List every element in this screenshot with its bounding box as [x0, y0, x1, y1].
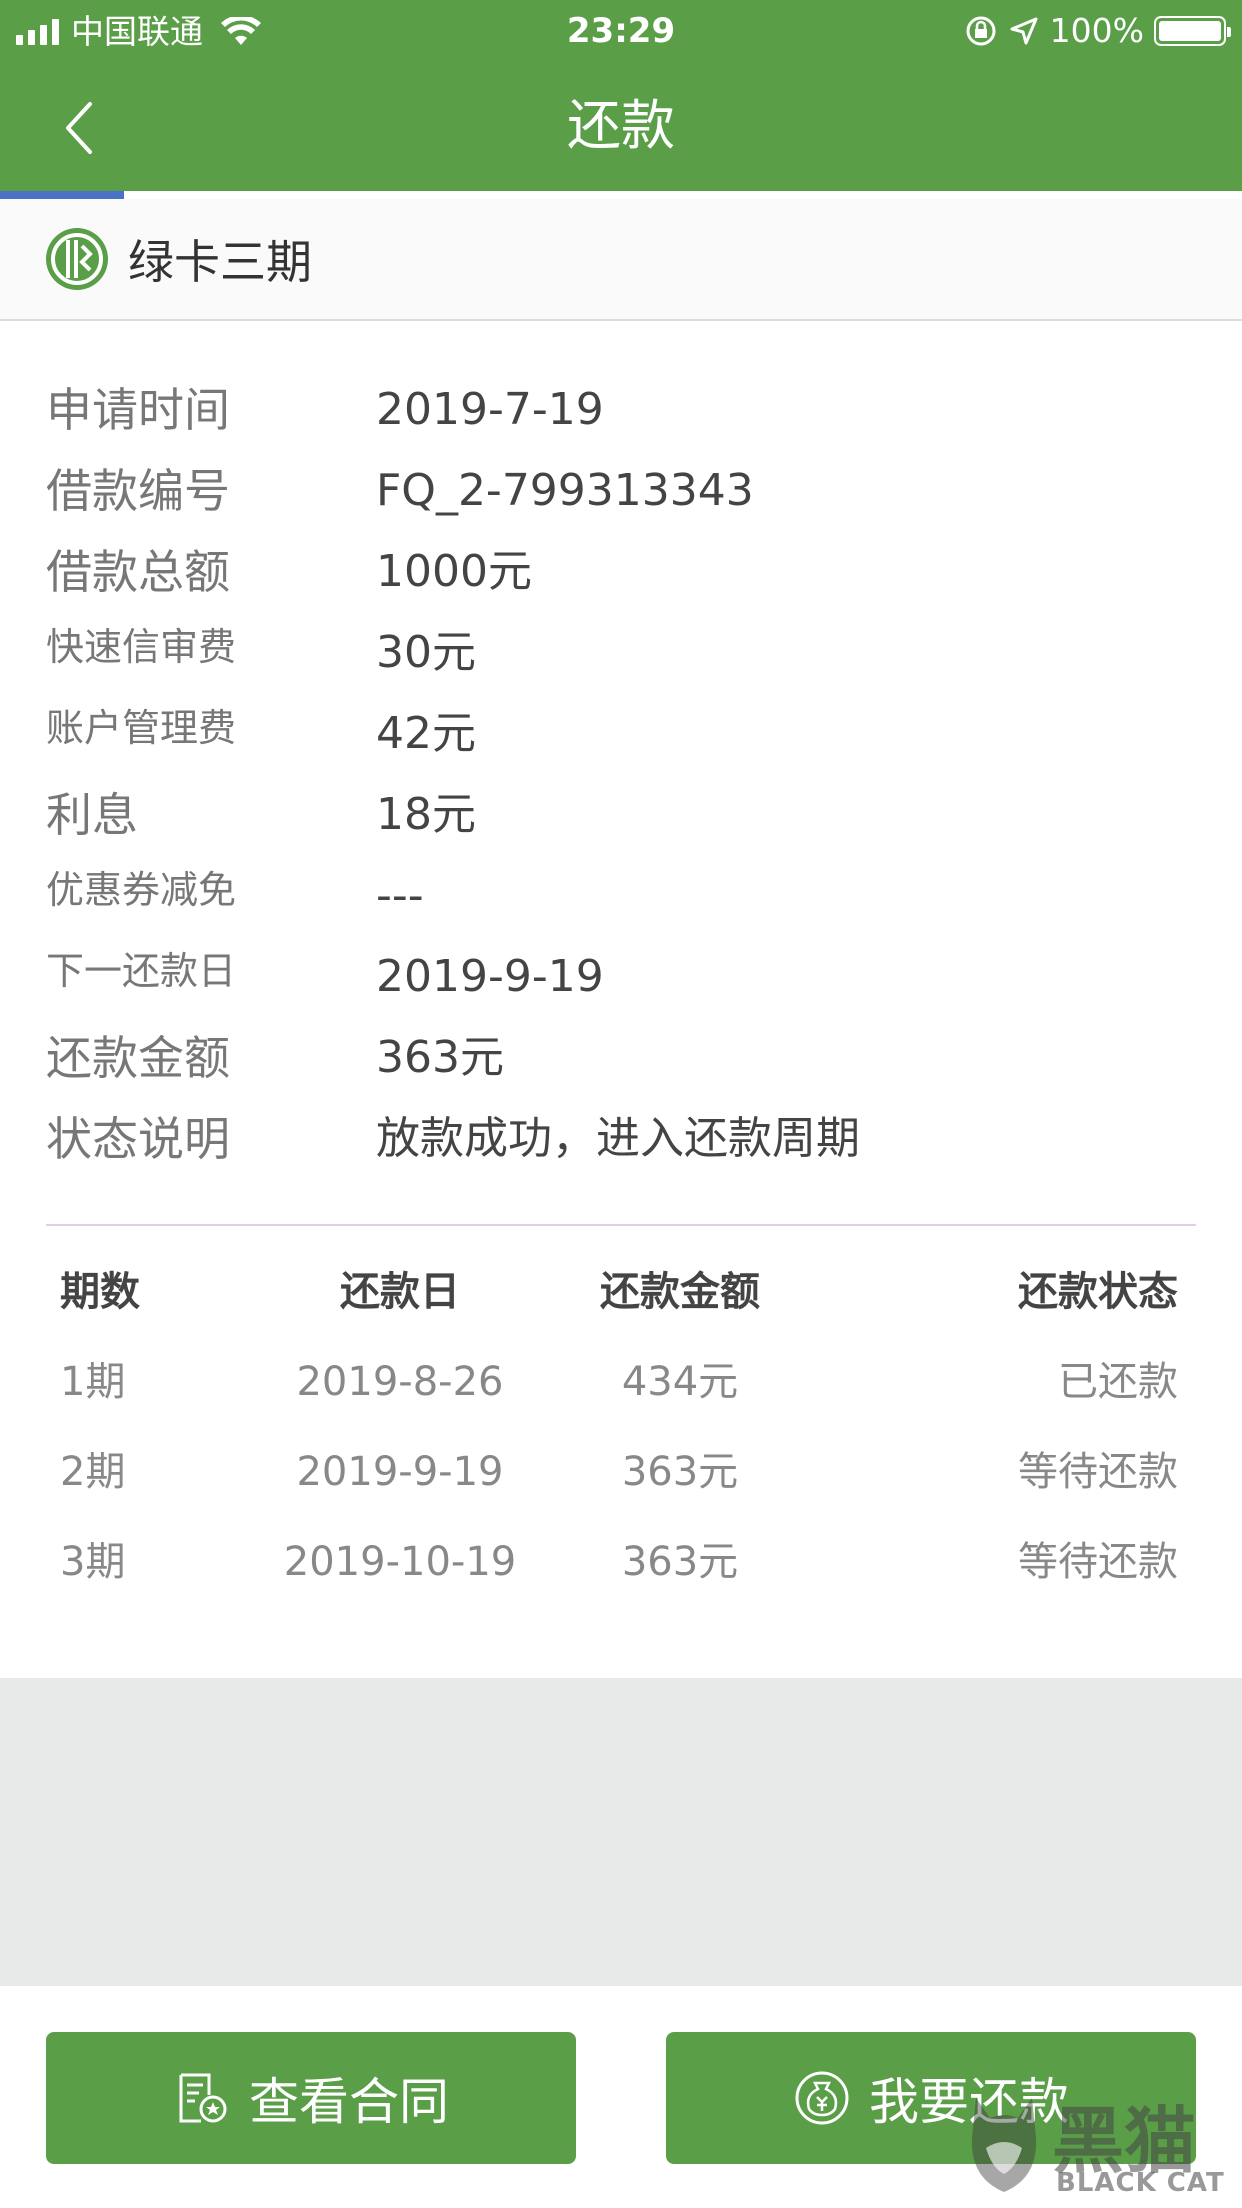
detail-value: FQ_2-799313343 [376, 465, 754, 516]
table-cell-due-date: 2019-10-19 [283, 1539, 517, 1585]
detail-label: 申请时间 [46, 383, 230, 437]
detail-value: 2019-9-19 [376, 951, 604, 1002]
empty-gray-area [0, 1678, 1242, 1986]
product-logo-icon [46, 228, 108, 290]
detail-row-review-fee: 快速信审费 30元 [46, 623, 1196, 704]
rotation-lock-icon [966, 16, 996, 46]
status-right: 100% [964, 10, 1231, 52]
table-cell-status: 等待还款 [1018, 1539, 1178, 1585]
detail-label: 下一还款日 [46, 949, 237, 993]
battery-icon [1154, 16, 1231, 46]
loading-progress-bar [0, 191, 124, 199]
detail-value: 2019-7-19 [376, 384, 604, 435]
table-cell-amount: 434元 [621, 1359, 739, 1405]
product-name: 绿卡三期 [128, 235, 312, 289]
detail-row-loan-number: 借款编号 FQ_2-799313343 [46, 461, 1196, 542]
detail-value: 1000元 [376, 546, 532, 597]
view-contract-label: 查看合同 [249, 2073, 449, 2131]
page-title: 还款 [567, 94, 675, 157]
battery-percent: 100% [1049, 11, 1144, 50]
section-divider [46, 1224, 1196, 1226]
detail-label: 状态说明 [46, 1112, 230, 1166]
detail-value: 42元 [376, 708, 476, 759]
table-cell-amount: 363元 [621, 1449, 739, 1495]
detail-row-repay-amount: 还款金额 363元 [46, 1028, 1196, 1109]
detail-row-loan-total: 借款总额 1000元 [46, 542, 1196, 623]
product-header: 绿卡三期 [0, 199, 1242, 321]
money-bag-icon [795, 2071, 849, 2125]
detail-row-interest: 利息 18元 [46, 785, 1196, 866]
detail-value: 放款成功，进入还款周期 [376, 1113, 860, 1164]
table-cell-status: 等待还款 [1018, 1449, 1178, 1495]
detail-label: 借款总额 [46, 545, 230, 599]
column-header-period: 期数 [60, 1269, 140, 1315]
detail-label: 优惠券减免 [46, 868, 237, 912]
column-header-status: 还款状态 [1018, 1269, 1178, 1315]
bottom-action-bar: 查看合同 我要还款 黑猫 BLACK CAT [0, 1986, 1242, 2208]
detail-label: 还款金额 [46, 1031, 230, 1085]
column-header-amount: 还款金额 [600, 1269, 760, 1315]
column-header-due-date: 还款日 [340, 1269, 460, 1315]
detail-row-status: 状态说明 放款成功，进入还款周期 [46, 1109, 1196, 1190]
table-cell-status: 已还款 [1058, 1359, 1178, 1405]
cat-logo-icon [971, 2098, 1037, 2192]
detail-value: 30元 [376, 627, 476, 678]
status-bar: 中国联通 23:29 100% [0, 0, 1242, 64]
detail-value: 363元 [376, 1032, 504, 1083]
location-icon [1010, 17, 1038, 45]
detail-row-coupon: 优惠券减免 --- [46, 866, 1196, 947]
table-cell-amount: 363元 [621, 1539, 739, 1585]
table-cell-period: 3期 [60, 1539, 126, 1585]
table-cell-period: 2期 [60, 1449, 126, 1495]
detail-label: 借款编号 [46, 464, 230, 518]
view-contract-button[interactable]: 查看合同 [46, 2032, 576, 2164]
detail-row-account-fee: 账户管理费 42元 [46, 704, 1196, 785]
table-cell-period: 1期 [60, 1359, 126, 1405]
detail-label: 账户管理费 [46, 706, 237, 750]
detail-label: 快速信审费 [46, 625, 237, 669]
watermark-en: BLACK CAT [1056, 2168, 1225, 2198]
detail-value: 18元 [376, 789, 476, 840]
app-header: 中国联通 23:29 100% 还款 [0, 0, 1242, 191]
detail-row-next-due: 下一还款日 2019-9-19 [46, 947, 1196, 1028]
detail-row-apply-date: 申请时间 2019-7-19 [46, 380, 1196, 461]
detail-label: 利息 [46, 788, 138, 842]
table-cell-due-date: 2019-8-26 [296, 1359, 504, 1405]
nav-bar: 还款 [0, 64, 1242, 191]
black-cat-watermark: 黑猫 BLACK CAT [956, 2082, 1236, 2202]
detail-value: --- [376, 870, 424, 921]
contract-icon [179, 2073, 227, 2123]
table-cell-due-date: 2019-9-19 [296, 1449, 504, 1495]
